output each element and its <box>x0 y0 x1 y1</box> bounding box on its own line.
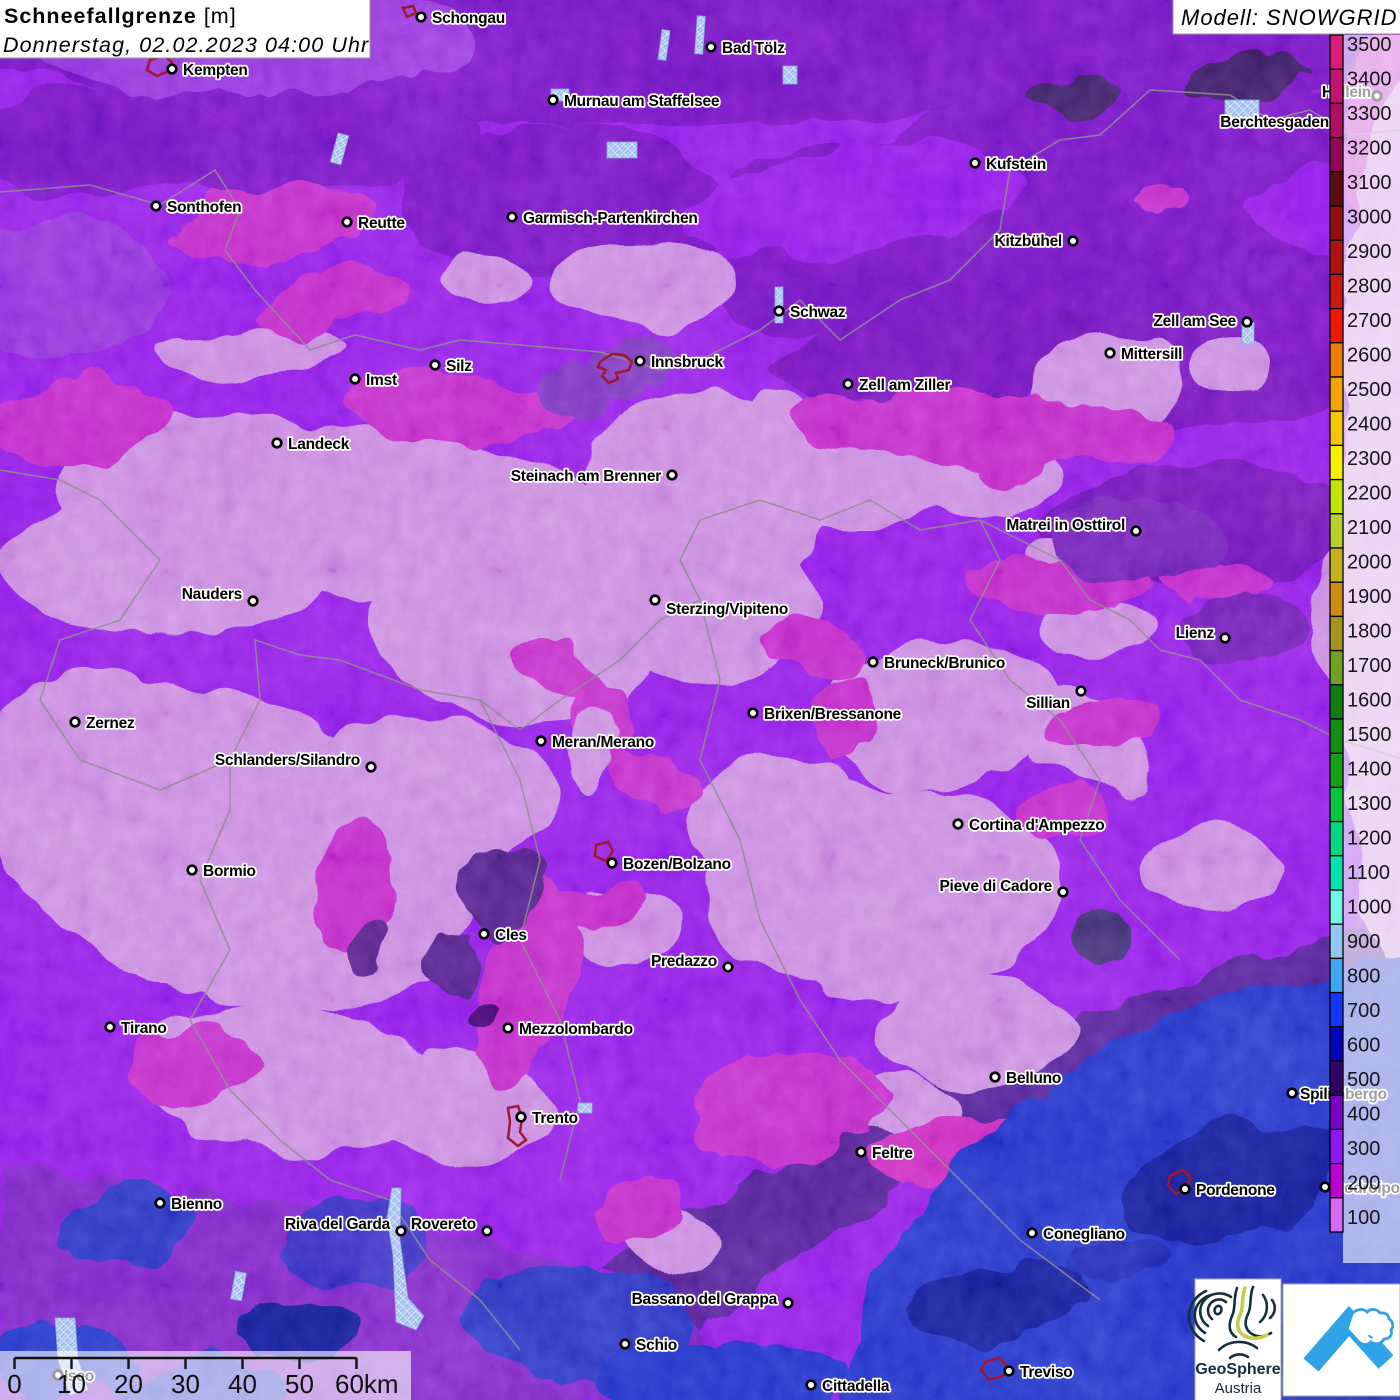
svg-text:Nauders: Nauders <box>182 586 242 603</box>
svg-text:Schlanders/Silandro: Schlanders/Silandro <box>215 752 360 769</box>
svg-text:Garmisch-Partenkirchen: Garmisch-Partenkirchen <box>523 210 698 227</box>
svg-text:Cortina d'Ampezzo: Cortina d'Ampezzo <box>969 817 1105 834</box>
svg-text:Kempten: Kempten <box>183 62 248 79</box>
svg-text:Kufstein: Kufstein <box>986 156 1046 173</box>
svg-text:0: 0 <box>7 1369 21 1399</box>
svg-text:2800: 2800 <box>1347 276 1392 298</box>
svg-text:Pieve di Cadore: Pieve di Cadore <box>939 878 1052 895</box>
svg-text:Belluno: Belluno <box>1006 1070 1061 1087</box>
svg-text:800: 800 <box>1347 966 1380 988</box>
svg-text:Imst: Imst <box>366 372 397 389</box>
svg-text:2700: 2700 <box>1347 310 1392 332</box>
svg-text:2100: 2100 <box>1347 517 1392 539</box>
svg-text:1800: 1800 <box>1347 621 1392 643</box>
svg-text:200: 200 <box>1347 1173 1380 1195</box>
svg-text:Berchtesgaden: Berchtesgaden <box>1220 114 1329 131</box>
svg-text:2400: 2400 <box>1347 414 1392 436</box>
svg-text:Conegliano: Conegliano <box>1043 1226 1125 1243</box>
svg-text:Landeck: Landeck <box>288 436 350 453</box>
svg-text:400: 400 <box>1347 1104 1380 1126</box>
svg-text:1500: 1500 <box>1347 724 1392 746</box>
svg-text:2300: 2300 <box>1347 448 1392 470</box>
svg-text:Bruneck/Brunico: Bruneck/Brunico <box>884 655 1005 672</box>
svg-text:GeoSphere: GeoSphere <box>1195 1361 1280 1378</box>
svg-text:Bassano del Grappa: Bassano del Grappa <box>632 1291 778 1308</box>
svg-text:Rovereto: Rovereto <box>411 1216 476 1233</box>
svg-text:Schneefallgrenze [m]: Schneefallgrenze [m] <box>4 4 237 28</box>
svg-text:Treviso: Treviso <box>1020 1364 1073 1381</box>
svg-text:Feltre: Feltre <box>872 1145 913 1162</box>
svg-text:3200: 3200 <box>1347 138 1392 160</box>
svg-text:600: 600 <box>1347 1035 1380 1057</box>
svg-text:Innsbruck: Innsbruck <box>651 354 723 371</box>
svg-text:1400: 1400 <box>1347 759 1392 781</box>
svg-text:1600: 1600 <box>1347 690 1392 712</box>
svg-text:3400: 3400 <box>1347 69 1392 91</box>
svg-text:1700: 1700 <box>1347 655 1392 677</box>
svg-text:60km: 60km <box>335 1369 399 1399</box>
svg-text:Sonthofen: Sonthofen <box>167 199 241 216</box>
svg-text:3100: 3100 <box>1347 172 1392 194</box>
svg-text:Bad Tölz: Bad Tölz <box>722 40 785 57</box>
svg-text:Steinach am Brenner: Steinach am Brenner <box>511 468 662 485</box>
svg-text:20: 20 <box>114 1369 143 1399</box>
svg-text:Pordenone: Pordenone <box>1196 1182 1275 1199</box>
svg-text:Schongau: Schongau <box>432 10 505 27</box>
svg-text:3300: 3300 <box>1347 103 1392 125</box>
svg-text:Zernez: Zernez <box>86 715 135 732</box>
svg-text:Mezzolombardo: Mezzolombardo <box>519 1021 633 1038</box>
svg-text:Kitzbühel: Kitzbühel <box>995 233 1063 250</box>
svg-text:2900: 2900 <box>1347 241 1392 263</box>
svg-text:40: 40 <box>228 1369 257 1399</box>
svg-text:30: 30 <box>171 1369 200 1399</box>
svg-text:Bienno: Bienno <box>171 1196 222 1213</box>
svg-text:2500: 2500 <box>1347 379 1392 401</box>
svg-text:2000: 2000 <box>1347 552 1392 574</box>
svg-text:Schio: Schio <box>636 1337 677 1354</box>
svg-text:Tirano: Tirano <box>121 1020 167 1037</box>
svg-text:500: 500 <box>1347 1069 1380 1091</box>
svg-text:50: 50 <box>285 1369 314 1399</box>
svg-text:3000: 3000 <box>1347 207 1392 229</box>
svg-text:Schwaz: Schwaz <box>790 304 846 321</box>
svg-text:Riva del Garda: Riva del Garda <box>285 1216 391 1233</box>
svg-text:Austria: Austria <box>1215 1380 1262 1397</box>
svg-text:2200: 2200 <box>1347 483 1392 505</box>
svg-text:Predazzo: Predazzo <box>651 953 717 970</box>
svg-text:Reutte: Reutte <box>358 215 405 232</box>
svg-text:1200: 1200 <box>1347 828 1392 850</box>
svg-text:3500: 3500 <box>1347 34 1392 56</box>
svg-text:Bozen/Bolzano: Bozen/Bolzano <box>623 856 731 873</box>
svg-text:Lienz: Lienz <box>1176 625 1215 642</box>
svg-text:300: 300 <box>1347 1138 1380 1160</box>
svg-text:1100: 1100 <box>1347 862 1390 884</box>
svg-text:Sillian: Sillian <box>1026 695 1070 712</box>
svg-text:1000: 1000 <box>1347 897 1392 919</box>
svg-text:1300: 1300 <box>1347 793 1392 815</box>
svg-text:Meran/Merano: Meran/Merano <box>552 734 654 751</box>
svg-text:Brixen/Bressanone: Brixen/Bressanone <box>764 706 902 723</box>
svg-text:2600: 2600 <box>1347 345 1392 367</box>
svg-text:Zell am Ziller: Zell am Ziller <box>859 377 950 394</box>
svg-text:10: 10 <box>57 1369 86 1399</box>
svg-text:1900: 1900 <box>1347 586 1392 608</box>
svg-text:Matrei in Osttirol: Matrei in Osttirol <box>1006 517 1125 534</box>
svg-text:Cles: Cles <box>495 927 527 944</box>
svg-text:Donnerstag, 02.02.2023 04:00 U: Donnerstag, 02.02.2023 04:00 Uhr <box>3 33 369 57</box>
svg-text:100: 100 <box>1347 1207 1380 1229</box>
svg-text:Silz: Silz <box>446 358 472 375</box>
svg-text:Sterzing/Vipiteno: Sterzing/Vipiteno <box>666 601 788 618</box>
svg-text:Cittadella: Cittadella <box>822 1378 890 1395</box>
svg-text:Murnau am Staffelsee: Murnau am Staffelsee <box>564 93 720 110</box>
svg-text:Trento: Trento <box>532 1110 578 1127</box>
svg-text:Mittersill: Mittersill <box>1121 346 1182 363</box>
svg-text:Zell am See: Zell am See <box>1153 313 1236 330</box>
svg-text:700: 700 <box>1347 1000 1380 1022</box>
svg-text:900: 900 <box>1347 931 1380 953</box>
svg-text:Modell: SNOWGRID: Modell: SNOWGRID <box>1181 5 1397 30</box>
svg-text:Bormio: Bormio <box>203 863 256 880</box>
